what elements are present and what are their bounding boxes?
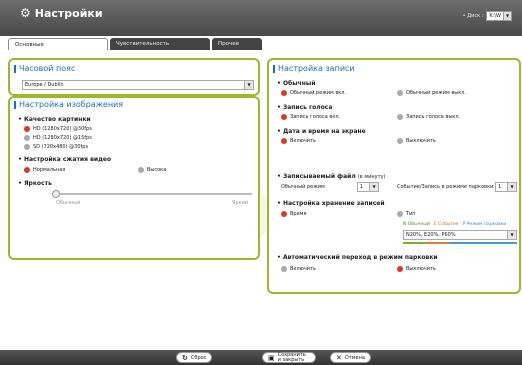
reset-icon: ↻	[182, 353, 188, 362]
radio-icon	[397, 138, 403, 144]
save-icon: ▣	[268, 353, 275, 362]
quality-title: Качество картинки	[18, 116, 91, 123]
storage-legend: N Обычный E Событие P Режим парковки	[403, 222, 506, 227]
image-panel: Настройка изображения Качество картинки …	[8, 96, 260, 260]
cancel-button[interactable]: ✕ Отмена	[330, 352, 371, 363]
radio-icon	[397, 211, 403, 217]
title-bar: ⚙ Настройки • Диск : K:\W ▼	[0, 0, 522, 36]
reset-button[interactable]: ↻ Сброс	[176, 352, 213, 363]
brightness-title: Яркость	[18, 180, 52, 187]
file-event-select[interactable]: 1 ▼	[495, 182, 517, 192]
file-normal-select[interactable]: 1 ▼	[357, 182, 379, 192]
disk-selector: • Диск : K:\W ▼	[463, 11, 512, 21]
quality-option-0[interactable]: HD (1280x720) @30fps	[24, 126, 92, 132]
compression-high[interactable]: Высока	[138, 167, 166, 173]
disk-value: K:\W	[489, 13, 501, 19]
storage-title: Настройка хранение записей	[277, 200, 385, 207]
radio-icon	[281, 138, 287, 144]
radio-icon	[24, 126, 30, 132]
chevron-down-icon: ▼	[507, 183, 516, 191]
main-content: Часовой пояс Europe / Dublin ▼ Настройка…	[0, 50, 522, 350]
chevron-down-icon: ▼	[507, 231, 516, 239]
disk-dropdown[interactable]: K:\W ▼	[486, 11, 512, 21]
tab-basic[interactable]: Основные	[8, 38, 108, 50]
file-event-label: Событие/Запись в режиме парковки	[397, 184, 494, 190]
quality-option-1[interactable]: HD (1280x720) @15fps	[24, 135, 92, 141]
file-normal-label: Обычный режим	[281, 184, 325, 190]
radio-icon	[281, 211, 287, 217]
app-title: ⚙ Настройки	[20, 6, 103, 20]
timezone-value: Europe / Dublin	[25, 82, 64, 88]
record-title: Настройка записи	[273, 64, 355, 73]
brightness-low-label: Обычный	[56, 200, 81, 206]
auto-parking-off[interactable]: Выключить	[397, 266, 436, 272]
radio-icon	[281, 266, 287, 272]
datetime-title: Дата и время на экране	[277, 128, 366, 135]
record-panel: Настройка записи Обычный Обычный режим в…	[267, 58, 521, 294]
legend-parking: P Режим парковки	[462, 222, 507, 227]
radio-icon	[281, 90, 287, 96]
radio-icon	[397, 90, 403, 96]
brightness-high-label: Яркий	[232, 200, 249, 206]
tab-other[interactable]: Прочее	[212, 38, 262, 50]
radio-icon	[281, 114, 287, 120]
radio-icon	[397, 114, 403, 120]
close-icon: ✕	[336, 353, 342, 362]
file-title: Записываемый файл (в минуту)	[277, 173, 385, 180]
quality-option-2[interactable]: SD (720x480) @30fps	[24, 144, 88, 150]
ratio-event	[425, 242, 449, 244]
app-title-text: Настройки	[34, 6, 103, 20]
chevron-down-icon: ▼	[503, 12, 511, 20]
bottom-bar: ↻ Сброс ▣ Сохранить и закрыть ✕ Отмена	[0, 350, 522, 365]
auto-parking-title: Автоматический переход в режим парковки	[277, 254, 438, 261]
normal-off[interactable]: Обычный режим выкл.	[397, 90, 466, 96]
compression-title: Настройка сжатия видео	[18, 156, 111, 163]
radio-icon	[397, 266, 403, 272]
timezone-panel: Часовой пояс Europe / Dublin ▼	[8, 58, 260, 96]
ratio-normal	[403, 242, 426, 244]
tab-bar: Основные Чувствительность Прочее	[8, 38, 262, 50]
storage-ratio-select[interactable]: N20%, E20%, P60% ▼	[403, 230, 517, 240]
tab-sensitivity[interactable]: Чувствительность	[110, 38, 210, 50]
storage-time[interactable]: Время	[281, 211, 306, 217]
brightness-knob[interactable]	[52, 190, 60, 198]
voice-on[interactable]: Запись голоса вкл.	[281, 114, 340, 120]
save-button[interactable]: ▣ Сохранить и закрыть	[262, 352, 316, 363]
storage-type[interactable]: Тип	[397, 211, 416, 217]
voice-off[interactable]: Запись голоса выкл.	[397, 114, 460, 120]
gear-icon: ⚙	[20, 6, 31, 20]
datetime-on[interactable]: Включить	[281, 138, 316, 144]
normal-on[interactable]: Обычный режим вкл.	[281, 90, 346, 96]
storage-ratio-bar	[403, 242, 517, 244]
timezone-select[interactable]: Europe / Dublin ▼	[22, 80, 254, 90]
brightness-slider[interactable]	[56, 193, 252, 195]
legend-normal: N Обычный	[403, 222, 430, 227]
legend-event: E Событие	[433, 222, 459, 227]
voice-title: Запись голоса	[277, 104, 332, 111]
radio-icon	[138, 167, 144, 173]
ratio-parking	[448, 242, 517, 244]
disk-label: • Диск :	[462, 13, 484, 19]
chevron-down-icon: ▼	[244, 81, 253, 89]
normal-title: Обычный	[277, 80, 316, 87]
radio-icon	[24, 135, 30, 141]
chevron-down-icon: ▼	[369, 183, 378, 191]
radio-icon	[24, 167, 30, 173]
auto-parking-on[interactable]: Включить	[281, 266, 316, 272]
compression-normal[interactable]: Нормальная	[24, 167, 65, 173]
radio-icon	[24, 144, 30, 150]
timezone-title: Часовой пояс	[14, 64, 75, 73]
image-title: Настройка изображения	[14, 100, 123, 109]
datetime-off[interactable]: Выключить	[397, 138, 436, 144]
